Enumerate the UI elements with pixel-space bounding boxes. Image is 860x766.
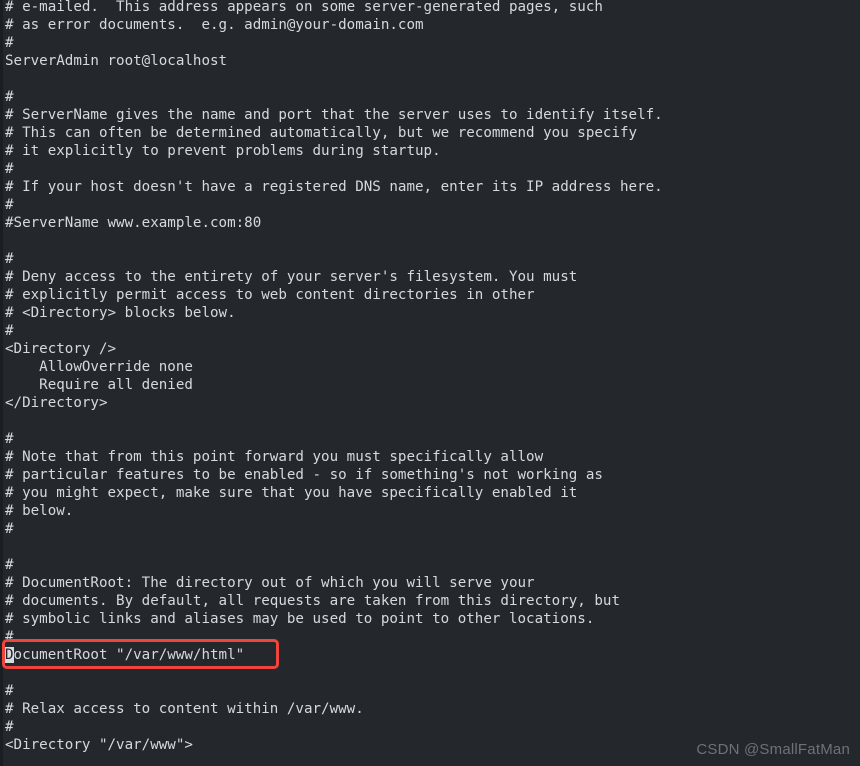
- code-line[interactable]: # If your host doesn't have a registered…: [5, 178, 860, 196]
- code-line[interactable]: # below.: [5, 502, 860, 520]
- code-line[interactable]: # This can often be determined automatic…: [5, 124, 860, 142]
- code-line[interactable]: # documents. By default, all requests ar…: [5, 592, 860, 610]
- text-cursor: D: [5, 647, 14, 663]
- code-line[interactable]: Require all denied: [5, 376, 860, 394]
- code-line[interactable]: #: [5, 556, 860, 574]
- code-line[interactable]: #: [5, 322, 860, 340]
- code-line[interactable]: #ServerName www.example.com:80: [5, 214, 860, 232]
- window-left-edge: [0, 0, 3, 766]
- code-line[interactable]: <Directory />: [5, 340, 860, 358]
- code-line[interactable]: # you might expect, make sure that you h…: [5, 484, 860, 502]
- code-line[interactable]: #: [5, 682, 860, 700]
- code-line[interactable]: AllowOverride none: [5, 358, 860, 376]
- code-line[interactable]: #: [5, 628, 860, 646]
- code-line[interactable]: #: [5, 250, 860, 268]
- code-line[interactable]: [5, 538, 860, 556]
- code-line[interactable]: # it explicitly to prevent problems duri…: [5, 142, 860, 160]
- code-line[interactable]: #: [5, 196, 860, 214]
- code-line[interactable]: DocumentRoot "/var/www/html": [5, 646, 860, 664]
- code-line[interactable]: # e-mailed. This address appears on some…: [5, 0, 860, 16]
- code-line[interactable]: #: [5, 160, 860, 178]
- code-line[interactable]: [5, 412, 860, 430]
- code-line[interactable]: # Note that from this point forward you …: [5, 448, 860, 466]
- code-line[interactable]: [5, 232, 860, 250]
- code-line[interactable]: #: [5, 430, 860, 448]
- code-line[interactable]: # particular features to be enabled - so…: [5, 466, 860, 484]
- code-line[interactable]: # as error documents. e.g. admin@your-do…: [5, 16, 860, 34]
- code-line[interactable]: </Directory>: [5, 394, 860, 412]
- code-line[interactable]: # symbolic links and aliases may be used…: [5, 610, 860, 628]
- config-file-content[interactable]: # e-mailed. This address appears on some…: [5, 0, 860, 754]
- code-line[interactable]: # DocumentRoot: The directory out of whi…: [5, 574, 860, 592]
- code-line[interactable]: # Relax access to content within /var/ww…: [5, 700, 860, 718]
- code-line[interactable]: #: [5, 34, 860, 52]
- code-line[interactable]: #: [5, 88, 860, 106]
- code-line[interactable]: # Deny access to the entirety of your se…: [5, 268, 860, 286]
- watermark-text: CSDN @SmallFatMan: [696, 741, 850, 758]
- code-line[interactable]: ServerAdmin root@localhost: [5, 52, 860, 70]
- terminal-screen: # e-mailed. This address appears on some…: [0, 0, 860, 766]
- code-line[interactable]: # ServerName gives the name and port tha…: [5, 106, 860, 124]
- code-line[interactable]: #: [5, 718, 860, 736]
- code-line[interactable]: [5, 664, 860, 682]
- code-line[interactable]: #: [5, 520, 860, 538]
- code-line[interactable]: # explicitly permit access to web conten…: [5, 286, 860, 304]
- code-line[interactable]: [5, 70, 860, 88]
- code-line[interactable]: # <Directory> blocks below.: [5, 304, 860, 322]
